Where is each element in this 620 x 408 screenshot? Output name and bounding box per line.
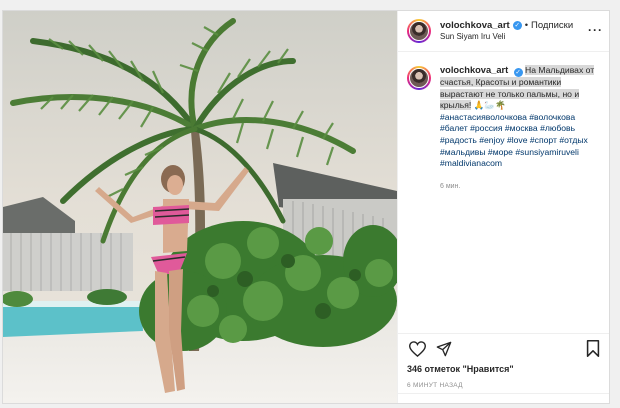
hashtag-link[interactable]: #радость (440, 135, 477, 145)
bookmark-icon[interactable] (583, 339, 603, 359)
hashtag-link[interactable]: #любовь (540, 123, 575, 133)
hashtag-list: #анастасияволочкова #волочкова #балет #р… (440, 112, 600, 170)
hashtag-link[interactable]: #мальдивы (440, 147, 486, 157)
post-actions (398, 333, 609, 363)
hashtag-link[interactable]: #спорт (530, 135, 557, 145)
hashtag-link[interactable]: #балет (440, 123, 468, 133)
add-comment-area[interactable] (398, 393, 609, 403)
hashtag-link[interactable]: #анастасияволочкова (440, 112, 527, 122)
hashtag-link[interactable]: #волочкова (529, 112, 575, 122)
hashtag-link[interactable]: #enjoy (479, 135, 504, 145)
verified-badge-icon: ✓ (512, 21, 522, 30)
hashtag-link[interactable]: #love (507, 135, 528, 145)
heart-icon[interactable] (407, 339, 427, 359)
post-location[interactable]: Sun Siyam Iru Veli (440, 32, 573, 42)
verified-badge-icon: ✓ (513, 68, 523, 77)
hashtag-link[interactable]: #москва (505, 123, 538, 133)
instagram-post: volochkova_art ✓ • Подписки Sun Siyam Ir… (2, 10, 610, 404)
hashtag-link[interactable]: #россия (470, 123, 502, 133)
photo-scene (3, 11, 397, 403)
caption-username[interactable]: volochkova_art (440, 65, 508, 75)
post-timestamp: 6 МИНУТ НАЗАД (407, 382, 463, 389)
caption-emoji: 🙏🦢🌴 (473, 100, 506, 111)
post-sidebar: volochkova_art ✓ • Подписки Sun Siyam Ir… (397, 11, 609, 403)
hashtag-link[interactable]: #море (488, 147, 513, 157)
post-photo[interactable] (3, 11, 397, 403)
caption-avatar[interactable] (407, 66, 431, 90)
author-username[interactable]: volochkova_art (440, 20, 510, 32)
author-avatar[interactable] (407, 19, 431, 43)
hashtag-link[interactable]: #maldivianacom (440, 158, 502, 168)
paper-plane-icon[interactable] (434, 339, 454, 359)
following-button[interactable]: Подписки (531, 20, 573, 32)
caption-age: 6 мин. (440, 182, 461, 190)
likes-count[interactable]: 346 отметок "Нравится" (398, 363, 609, 379)
post-header: volochkova_art ✓ • Подписки Sun Siyam Ir… (398, 11, 609, 52)
more-options-icon[interactable]: ··· (588, 23, 603, 37)
post-caption: volochkova_art ✓ На Мальдивах от счастья… (398, 52, 609, 333)
hashtag-link[interactable]: #sunsiyamiruveli (515, 147, 579, 157)
hashtag-link[interactable]: #отдых (559, 135, 588, 145)
separator-dot: • (524, 19, 529, 31)
